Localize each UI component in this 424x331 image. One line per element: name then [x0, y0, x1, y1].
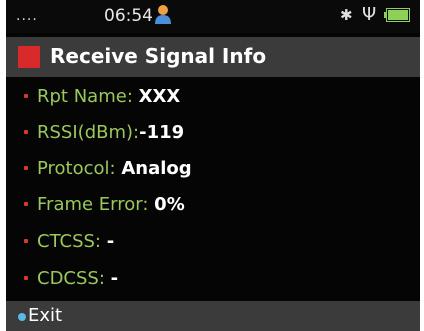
bullet-icon: [24, 166, 28, 170]
info-row-cdcss: CDCSS: -: [6, 262, 420, 298]
battery-icon: [384, 8, 410, 22]
info-label: CDCSS:: [37, 268, 105, 289]
info-row-frame-error: Frame Error: 0%: [6, 188, 420, 224]
status-time: 06:54: [104, 6, 153, 26]
info-value: Analog: [121, 158, 192, 179]
exit-label: Exit: [28, 305, 63, 326]
bluetooth-icon: ✱: [340, 6, 353, 24]
bottom-bar: Exit: [6, 301, 420, 331]
bullet-icon: [24, 94, 28, 98]
title-bar: Receive Signal Info: [6, 37, 420, 77]
info-row-ctcss: CTCSS: -: [6, 225, 420, 261]
title-marker-icon: [18, 46, 40, 68]
bullet-icon: [24, 239, 28, 243]
info-row-rpt-name: Rpt Name: XXX: [6, 80, 420, 116]
info-label: Protocol:: [37, 158, 116, 179]
info-value: -119: [139, 122, 185, 143]
info-label: RSSI(dBm):: [37, 122, 140, 143]
info-value: -: [110, 268, 119, 289]
softkey-dot-icon: [18, 313, 26, 321]
info-value: 0%: [154, 194, 185, 215]
bullet-icon: [24, 130, 28, 134]
bullet-icon: [24, 276, 28, 280]
info-value: XXX: [138, 86, 181, 107]
info-label: Frame Error:: [37, 194, 149, 215]
info-row-protocol: Protocol: Analog: [6, 152, 420, 188]
info-label: CTCSS:: [37, 231, 101, 252]
user-icon: [155, 5, 171, 24]
info-row-rssi: RSSI(dBm):-119: [6, 116, 420, 152]
signal-dots: ....: [16, 8, 38, 24]
usb-icon: Ψ: [362, 4, 377, 25]
info-label: Rpt Name:: [37, 86, 133, 107]
bullet-icon: [24, 202, 28, 206]
page-title: Receive Signal Info: [50, 44, 267, 68]
device-screen: .... 06:54 ✱ Ψ Receive Signal Info Rpt N…: [6, 0, 420, 331]
status-bar: .... 06:54 ✱ Ψ: [6, 0, 420, 33]
info-value: -: [106, 231, 115, 252]
